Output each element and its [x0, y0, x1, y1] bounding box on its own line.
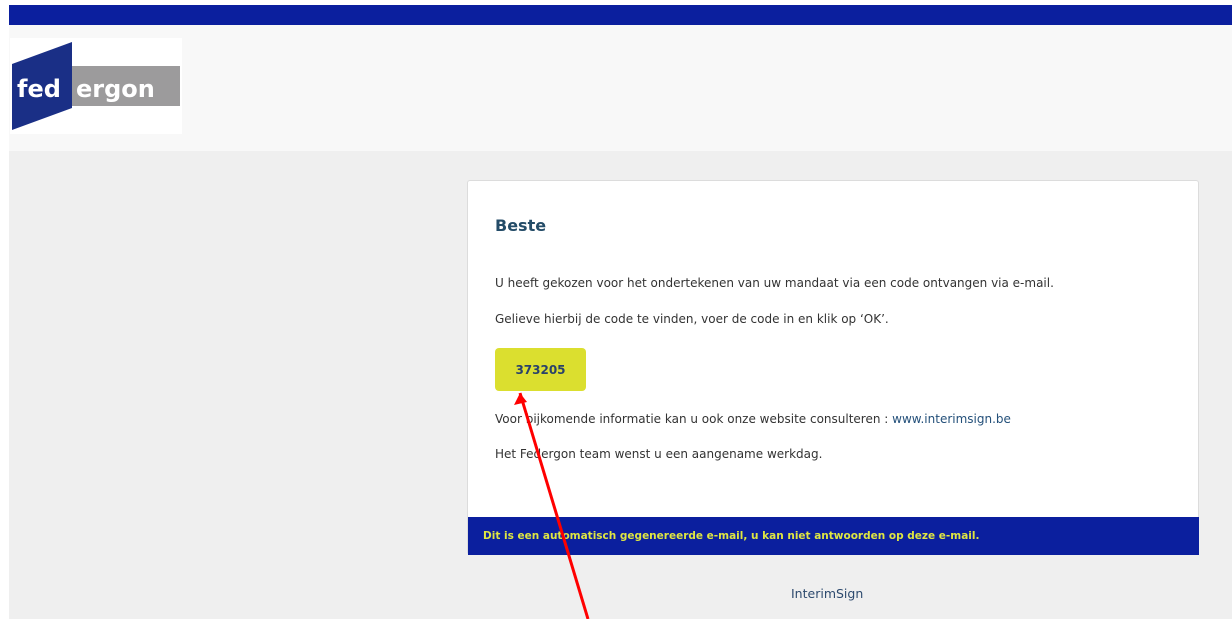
- website-link[interactable]: www.interimsign.be: [892, 412, 1011, 426]
- verification-code-badge: 373205: [495, 348, 586, 391]
- interimsign-footer-label: InterimSign: [791, 586, 864, 601]
- header-area: [9, 25, 1232, 151]
- federgon-logo: fed ergon: [10, 38, 182, 134]
- logo-text-ergon: ergon: [76, 75, 155, 103]
- paragraph-method: U heeft gekozen voor het ondertekenen va…: [495, 276, 1054, 290]
- automatic-email-notice: Dit is een automatisch gegenereerde e-ma…: [483, 530, 980, 542]
- email-card: Beste U heeft gekozen voor het onderteke…: [467, 180, 1199, 555]
- top-color-bar: [9, 5, 1232, 25]
- greeting-heading: Beste: [495, 216, 547, 235]
- logo-text-fed: fed: [17, 75, 61, 103]
- federgon-logo-graphic: fed ergon: [12, 42, 180, 130]
- automatic-email-notice-bar: Dit is een automatisch gegenereerde e-ma…: [468, 517, 1199, 555]
- website-text: Voor bijkomende informatie kan u ook onz…: [495, 412, 893, 426]
- paragraph-instructions: Gelieve hierbij de code te vinden, voer …: [495, 312, 889, 326]
- paragraph-website: Voor bijkomende informatie kan u ook onz…: [495, 412, 1011, 426]
- paragraph-closing: Het Federgon team wenst u een aangename …: [495, 447, 823, 461]
